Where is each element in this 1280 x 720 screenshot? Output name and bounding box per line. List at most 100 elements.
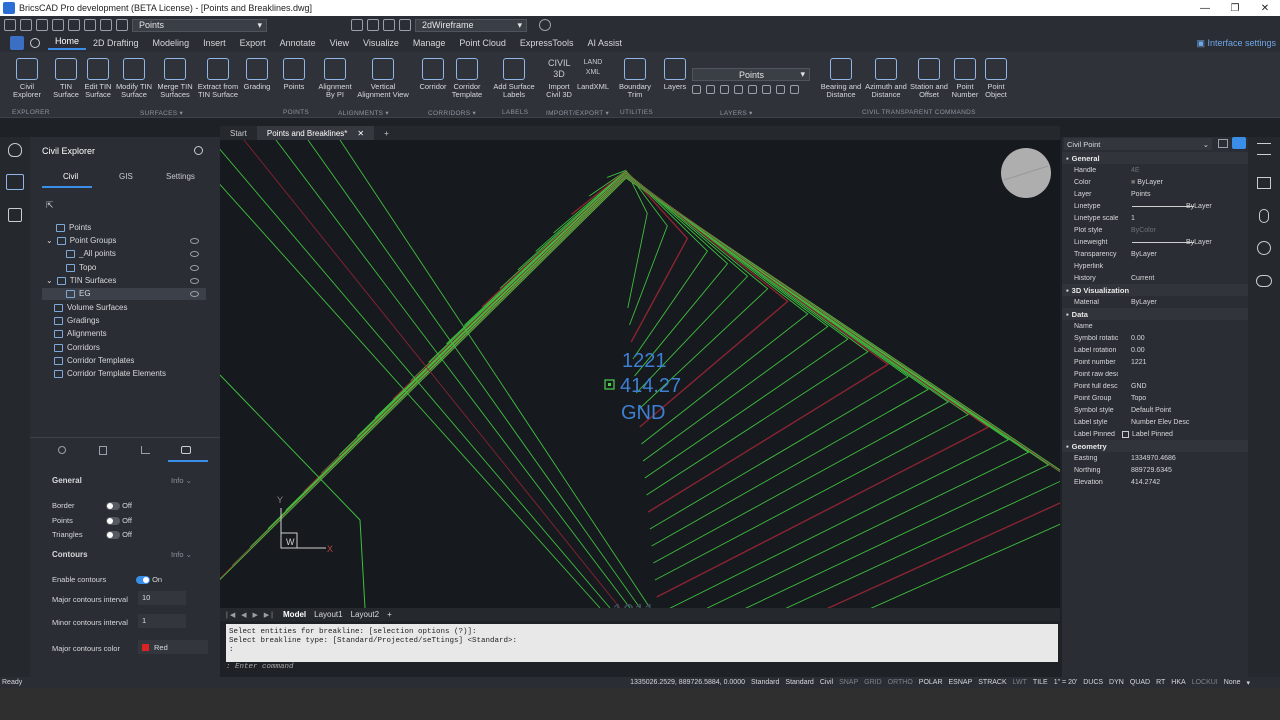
tree-item-tin-surfaces[interactable]: ⌄ TIN Surfaces xyxy=(46,276,116,285)
new-file-icon[interactable] xyxy=(4,19,16,31)
tree-item-corridors[interactable]: Corridors xyxy=(54,343,100,352)
property-section-header[interactable]: ▪ Data xyxy=(1062,308,1248,320)
points-button[interactable]: Points xyxy=(280,58,308,91)
civil-explorer-button[interactable]: Civil Explorer xyxy=(12,58,42,99)
layer-combo[interactable]: Points ▾ xyxy=(132,18,267,32)
status-ducs[interactable]: DUCS xyxy=(1080,679,1106,686)
point-number-button[interactable]: Point Number xyxy=(950,58,980,99)
quick-select-icon[interactable] xyxy=(1232,137,1246,149)
tab-expresstools[interactable]: ExpressTools xyxy=(513,38,581,48)
tree-item-all-points[interactable]: _All points xyxy=(66,249,116,258)
status-menu-icon[interactable]: ▾ xyxy=(1243,679,1280,687)
major-interval-input[interactable]: 10 xyxy=(138,591,186,605)
group-surfaces[interactable]: SURFACES ▾ xyxy=(140,109,183,117)
layer-tool-icon[interactable] xyxy=(692,85,701,94)
tree-item-gradings[interactable]: Gradings xyxy=(54,316,99,325)
property-row[interactable]: History Current xyxy=(1062,272,1248,284)
property-section-header[interactable]: ▪ Geometry xyxy=(1062,440,1248,452)
layer-tool-icon[interactable] xyxy=(706,85,715,94)
property-row[interactable]: Name xyxy=(1062,320,1248,332)
tab-start[interactable]: Start xyxy=(220,129,257,138)
property-row[interactable]: Plot style ByColor xyxy=(1062,224,1248,236)
tree-item-points[interactable]: Points xyxy=(56,223,91,232)
minimize-button[interactable]: — xyxy=(1190,3,1220,14)
modify-tin-surface-button[interactable]: Modify TIN Surface xyxy=(114,58,154,99)
property-row[interactable]: Linetype ByLayer xyxy=(1062,200,1248,212)
status-grid[interactable]: GRID xyxy=(861,679,885,686)
layer-state-icon[interactable] xyxy=(84,19,96,31)
property-row[interactable]: Point raw descrip xyxy=(1062,368,1248,380)
property-row[interactable]: Symbol style Default Point xyxy=(1062,404,1248,416)
tree-item-topo[interactable]: Topo xyxy=(66,263,96,272)
tab-civil[interactable]: Civil xyxy=(63,172,78,181)
group-alignments[interactable]: ALIGNMENTS ▾ xyxy=(338,109,389,117)
property-row[interactable]: Material ByLayer xyxy=(1062,296,1248,308)
landxml-button[interactable]: LAND XML LandXML xyxy=(576,58,610,91)
civil-explorer-panel-icon[interactable] xyxy=(6,174,24,190)
view-iso-icon[interactable] xyxy=(399,19,411,31)
ribbon-layer-combo[interactable]: Points ▾ xyxy=(692,68,810,81)
status-ortho[interactable]: ORTHO xyxy=(885,679,916,686)
property-row[interactable]: Hyperlink xyxy=(1062,260,1248,272)
chart-icon[interactable] xyxy=(141,446,150,454)
property-section-header[interactable]: ▪ 3D Visualization xyxy=(1062,284,1248,296)
merge-tin-surfaces-button[interactable]: Merge TIN Surfaces xyxy=(155,58,195,99)
status-polar[interactable]: POLAR xyxy=(916,679,946,686)
import-civil-3d-button[interactable]: CIVIL 3D Import Civil 3D xyxy=(544,58,574,99)
grading-button[interactable]: Grading xyxy=(242,58,272,91)
visibility-eye-icon[interactable] xyxy=(190,251,199,257)
status-dyn[interactable]: DYN xyxy=(1106,679,1127,686)
alignment-by-pi-button[interactable]: Alignment By PI xyxy=(316,58,354,99)
property-row[interactable]: Point number 1221 xyxy=(1062,356,1248,368)
property-row[interactable]: Color ■ ByLayer xyxy=(1062,176,1248,188)
attach-icon[interactable] xyxy=(1259,209,1269,223)
property-row[interactable]: Label rotation 0.00 xyxy=(1062,344,1248,356)
property-row[interactable]: Easting 1334970.4686 xyxy=(1062,452,1248,464)
status-hka[interactable]: HKA xyxy=(1168,679,1188,686)
property-row[interactable]: Label Pinned Label Pinned xyxy=(1062,428,1248,440)
layers-panel-icon[interactable] xyxy=(8,208,22,222)
tab-manage[interactable]: Manage xyxy=(406,38,453,48)
status-lwt[interactable]: LWT xyxy=(1010,679,1030,686)
search-icon[interactable] xyxy=(30,38,40,48)
tab-home[interactable]: Home xyxy=(48,36,87,50)
extract-from-tin-button[interactable]: Extract from TIN Surface xyxy=(196,58,240,99)
points-toggle[interactable]: Off xyxy=(106,516,132,526)
tab-visualize[interactable]: Visualize xyxy=(356,38,406,48)
status-quad[interactable]: QUAD xyxy=(1127,679,1153,686)
select-cursor-icon[interactable]: ⇱ xyxy=(46,200,54,211)
app-menu-icon[interactable] xyxy=(10,36,24,50)
layer-tool-icon[interactable] xyxy=(720,85,729,94)
status-lockui[interactable]: LOCKUI xyxy=(1189,679,1221,686)
visibility-eye-icon[interactable] xyxy=(190,265,199,271)
info-icon[interactable] xyxy=(58,446,66,454)
view-cube-icon[interactable] xyxy=(351,19,363,31)
layers-manager-icon[interactable] xyxy=(1257,177,1271,189)
new-tab-button[interactable]: + xyxy=(374,129,399,138)
property-row[interactable]: Linetype scale 1 xyxy=(1062,212,1248,224)
group-layers[interactable]: LAYERS ▾ xyxy=(720,109,753,117)
search-icon[interactable] xyxy=(194,146,203,155)
property-row[interactable]: Label style Number Elev Desc xyxy=(1062,416,1248,428)
station-offset-button[interactable]: Station and Offset xyxy=(910,58,948,99)
tree-item-eg[interactable]: EG xyxy=(66,289,91,298)
property-row[interactable]: Symbol rotation 0.00 xyxy=(1062,332,1248,344)
close-button[interactable]: ✕ xyxy=(1250,3,1280,14)
status-workspace[interactable]: Civil xyxy=(817,679,836,686)
tree-item-point-groups[interactable]: ⌄ Point Groups xyxy=(46,236,116,245)
open-file-icon[interactable] xyxy=(20,19,32,31)
enable-contours-toggle[interactable]: On xyxy=(136,575,162,585)
group-corridors[interactable]: CORRIDORS ▾ xyxy=(428,109,476,117)
property-row[interactable]: Handle 4E xyxy=(1062,164,1248,176)
save-icon[interactable] xyxy=(36,19,48,31)
property-section-header[interactable]: ▪ General xyxy=(1062,152,1248,164)
maximize-button[interactable]: ❐ xyxy=(1220,3,1250,14)
tab-model[interactable]: Model xyxy=(283,610,306,619)
view-top-icon[interactable] xyxy=(367,19,379,31)
camera-icon[interactable] xyxy=(181,446,191,454)
border-toggle[interactable]: Off xyxy=(106,501,132,511)
drawing-viewport[interactable]: 1221 414.27 GND 1011 W Y X xyxy=(220,140,1060,608)
cloud-upload-icon[interactable] xyxy=(1256,275,1272,287)
property-row[interactable]: Transparency ByLayer xyxy=(1062,248,1248,260)
tab-points-and-breaklines[interactable]: Points and Breaklines* ✕ xyxy=(256,126,375,140)
